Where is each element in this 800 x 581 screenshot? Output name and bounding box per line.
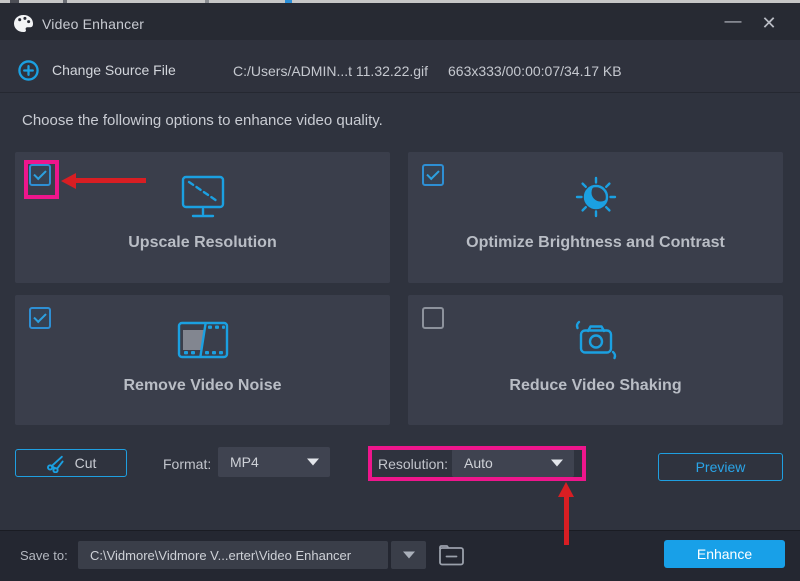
remove-noise-checkbox[interactable]	[29, 307, 51, 329]
chevron-down-icon	[551, 460, 563, 467]
camera-shake-icon	[570, 317, 622, 363]
upscale-resolution-checkbox[interactable]	[29, 164, 51, 186]
change-source-file-label: Change Source File	[52, 62, 176, 78]
title-bar: Video Enhancer — ✕	[0, 3, 800, 40]
filmstrip-noise-icon	[177, 320, 229, 360]
option-card-remove-noise[interactable]: Remove Video Noise	[15, 295, 390, 425]
optimize-brightness-checkbox[interactable]	[422, 164, 444, 186]
option-label: Upscale Resolution	[15, 234, 390, 252]
window-title: Video Enhancer	[42, 16, 144, 32]
format-label: Format:	[163, 456, 211, 472]
option-label: Remove Video Noise	[15, 377, 390, 395]
open-folder-icon[interactable]	[438, 543, 465, 567]
instruction-text: Choose the following options to enhance …	[22, 112, 383, 129]
close-button[interactable]: ✕	[752, 11, 786, 35]
cut-button[interactable]: Cut	[15, 449, 127, 477]
scissors-icon	[46, 454, 65, 473]
option-card-optimize-brightness[interactable]: Optimize Brightness and Contrast	[408, 152, 783, 283]
save-path-field[interactable]: C:\Vidmore\Vidmore V...erter\Video Enhan…	[78, 541, 388, 569]
save-path-dropdown-button[interactable]	[391, 541, 426, 569]
reduce-shaking-checkbox[interactable]	[422, 307, 444, 329]
video-enhancer-window: Video Enhancer — ✕ Change Source File C:…	[0, 0, 800, 581]
resolution-label: Resolution:	[378, 456, 448, 472]
palette-icon	[13, 14, 34, 33]
format-value: MP4	[230, 454, 259, 470]
option-card-reduce-shaking[interactable]: Reduce Video Shaking	[408, 295, 783, 425]
enhance-label: Enhance	[697, 546, 752, 562]
source-file-path: C:/Users/ADMIN...t 11.32.22.gif	[233, 63, 428, 79]
enhance-button[interactable]: Enhance	[664, 540, 785, 568]
change-source-file-button[interactable]: Change Source File	[18, 56, 176, 84]
resolution-value: Auto	[464, 455, 493, 471]
source-file-info: 663x333/00:00:07/34.17 KB	[448, 63, 622, 79]
save-path-value: C:\Vidmore\Vidmore V...erter\Video Enhan…	[90, 548, 351, 563]
monitor-upscale-icon	[178, 174, 228, 220]
preview-label: Preview	[696, 459, 746, 475]
option-label: Optimize Brightness and Contrast	[408, 234, 783, 252]
minimize-button[interactable]: —	[716, 11, 750, 35]
chevron-down-icon	[307, 459, 319, 466]
format-dropdown[interactable]: MP4	[218, 447, 330, 477]
chevron-down-icon	[403, 552, 415, 559]
cut-label: Cut	[75, 455, 97, 471]
option-card-upscale-resolution[interactable]: Upscale Resolution	[15, 152, 390, 283]
option-label: Reduce Video Shaking	[408, 377, 783, 395]
plus-circle-icon	[18, 60, 39, 81]
brightness-sun-icon	[568, 169, 624, 225]
resolution-dropdown[interactable]: Auto	[452, 449, 574, 477]
preview-button[interactable]: Preview	[658, 453, 783, 481]
save-to-label: Save to:	[20, 548, 68, 563]
